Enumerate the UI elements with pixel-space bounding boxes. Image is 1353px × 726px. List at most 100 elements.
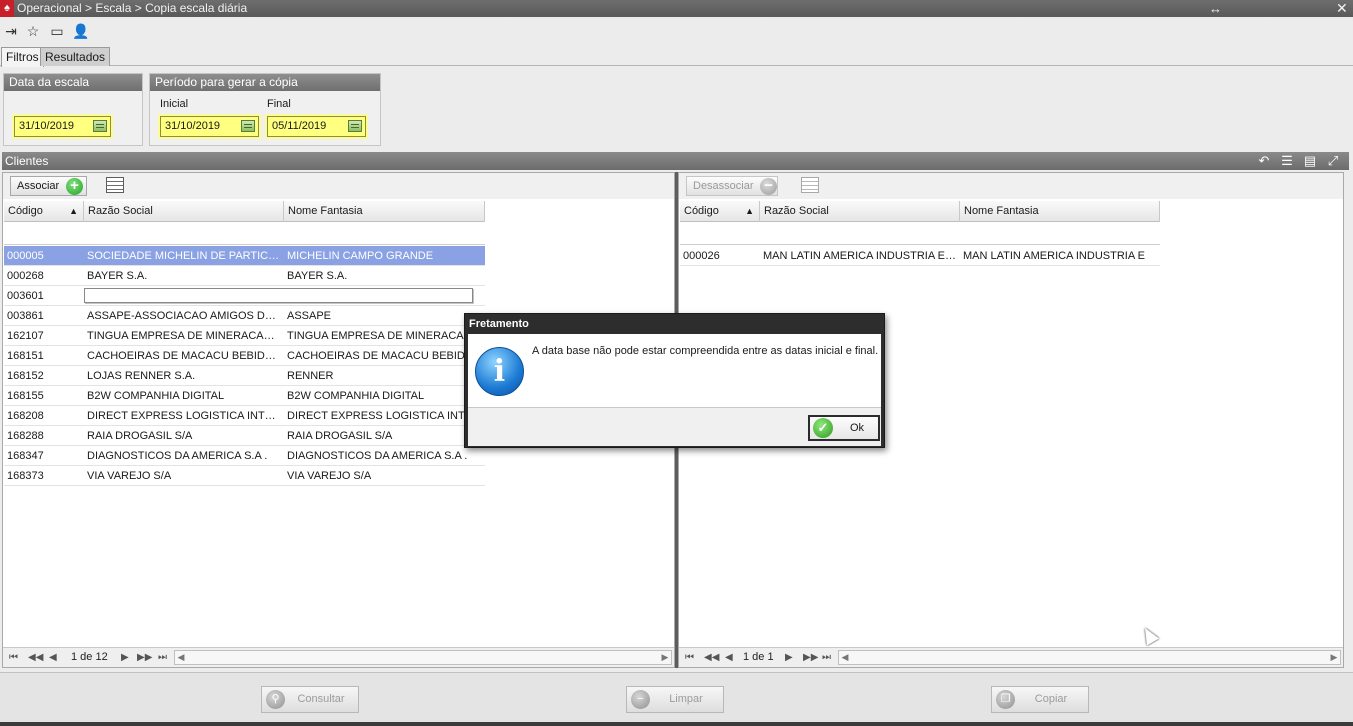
calendar-icon[interactable] (241, 120, 255, 132)
data-escala-field[interactable]: 31/10/2019 (14, 116, 111, 137)
table-row[interactable]: 000268 BAYER S.A. BAYER S.A. (4, 266, 485, 286)
prev-page-icon[interactable]: ◀ (725, 650, 733, 665)
undo-icon[interactable]: ↶ (1255, 152, 1273, 170)
scroll-left-icon[interactable]: ◀ (175, 651, 187, 664)
next-pages-icon[interactable]: ▶▶ (137, 650, 152, 665)
table-row[interactable]: 168373 VIA VAREJO S/A VIA VAREJO S/A (4, 466, 485, 486)
last-page-icon[interactable]: ⏭ (158, 650, 167, 665)
last-page-icon[interactable]: ⏭ (822, 650, 831, 665)
cell-codigo: 168347 (7, 450, 44, 462)
inicial-date-field[interactable]: 31/10/2019 (160, 116, 259, 137)
table-row[interactable]: 168151 CACHOEIRAS DE MACACU BEBIDAS L... C… (4, 346, 485, 366)
tab-filtros[interactable]: Filtros (1, 47, 44, 67)
cell-razao-social: VIA VAREJO S/A (87, 470, 172, 482)
grid-settings-icon[interactable] (801, 177, 819, 193)
inline-edit-field[interactable] (84, 288, 473, 303)
limpar-label: Limpar (669, 693, 703, 705)
table-row[interactable]: 000026 MAN LATIN AMERICA INDUSTRIA E C...… (680, 246, 1160, 266)
left-grid-header: Código ▲ Razão Social Nome Fantasia (4, 201, 485, 222)
right-button-row: Desassociar − (679, 173, 1343, 199)
prev-page-icon[interactable]: ◀ (49, 650, 57, 665)
table-row[interactable]: 168288 RAIA DROGASIL S/A RAIA DROGASIL S/A (4, 426, 485, 446)
cell-nome-fantasia: MAN LATIN AMERICA INDUSTRIA E (963, 250, 1145, 262)
calendar-icon[interactable] (348, 120, 362, 132)
left-horizontal-scrollbar[interactable]: ◀ ▶ (174, 650, 672, 665)
next-pages-icon[interactable]: ▶▶ (803, 650, 818, 665)
layout-icon[interactable]: ▤ (1301, 152, 1319, 170)
periodo-group: Período para gerar a cópia Inicial Final… (149, 73, 381, 146)
clear-icon: − (631, 690, 650, 709)
cell-razao-social: SOCIEDADE MICHELIN DE PARTICIPA... (87, 250, 281, 262)
table-row[interactable]: 168155 B2W COMPANHIA DIGITAL B2W COMPANHIA… (4, 386, 485, 406)
col-codigo[interactable]: Código ▲ (680, 201, 760, 222)
filter-row[interactable] (4, 239, 485, 245)
consultar-button[interactable]: ⚲ Consultar (261, 686, 359, 713)
cell-nome-fantasia: MICHELIN CAMPO GRANDE (287, 250, 434, 262)
limpar-button[interactable]: − Limpar (626, 686, 724, 713)
next-page-icon[interactable]: ▶ (785, 650, 793, 665)
first-page-icon[interactable]: ⏮ (9, 650, 18, 665)
data-escala-value: 31/10/2019 (19, 120, 75, 132)
col-razao-social[interactable]: Razão Social (760, 201, 960, 222)
table-row[interactable]: 003861 ASSAPE-ASSOCIACAO AMIGOS DA P... AS… (4, 306, 485, 326)
cell-razao-social: RAIA DROGASIL S/A (87, 430, 193, 442)
scroll-left-icon[interactable]: ◀ (839, 651, 851, 664)
prev-pages-icon[interactable]: ◀◀ (28, 650, 43, 665)
fullscreen-icon[interactable]: ⤢ (1324, 152, 1342, 170)
associar-button[interactable]: Associar + (10, 176, 87, 196)
calendar-icon[interactable] (93, 120, 107, 132)
user-icon[interactable]: 👤 (72, 22, 90, 40)
final-date-field[interactable]: 05/11/2019 (267, 116, 366, 137)
dialog-title: Fretamento (469, 318, 529, 330)
screen-icon[interactable]: ▭ (48, 22, 66, 40)
filter-row[interactable] (680, 239, 1160, 245)
cell-codigo: 168208 (7, 410, 44, 422)
table-row[interactable]: 000005 SOCIEDADE MICHELIN DE PARTICIPA...… (4, 246, 485, 266)
data-escala-group: Data da escala 31/10/2019 (3, 73, 143, 146)
col-nome-fantasia[interactable]: Nome Fantasia (960, 201, 1160, 222)
final-label: Final (267, 98, 291, 110)
cell-codigo: 168155 (7, 390, 44, 402)
table-row[interactable]: 168152 LOJAS RENNER S.A. RENNER (4, 366, 485, 386)
close-icon[interactable]: ✕ (1336, 0, 1348, 17)
first-page-icon[interactable]: ⏮ (685, 650, 694, 665)
bottom-action-bar: ⚲ Consultar − Limpar ❐ Copiar (0, 672, 1353, 726)
grid-settings-icon[interactable] (106, 177, 124, 193)
copiar-button[interactable]: ❐ Copiar (991, 686, 1089, 713)
table-row[interactable]: 168208 DIRECT EXPRESS LOGISTICA INTEGR...… (4, 406, 485, 426)
next-page-icon[interactable]: ▶ (121, 650, 129, 665)
col-nome-fantasia[interactable]: Nome Fantasia (284, 201, 485, 222)
exit-icon[interactable]: ⇥ (2, 22, 20, 40)
tab-resultados[interactable]: Resultados (40, 47, 111, 66)
table-row[interactable]: 003601 (4, 286, 485, 306)
cell-codigo: 168152 (7, 370, 44, 382)
col-codigo[interactable]: Código ▲ (4, 201, 84, 222)
cell-nome-fantasia: DIRECT EXPRESS LOGISTICA INTEG (287, 410, 481, 422)
col-razao-social[interactable]: Razão Social (84, 201, 284, 222)
table-row[interactable]: 168347 DIAGNOSTICOS DA AMERICA S.A . DIAGN… (4, 446, 485, 466)
desassociar-button[interactable]: Desassociar − (686, 176, 778, 196)
cell-codigo: 000268 (7, 270, 44, 282)
window-title: Operacional > Escala > Copia escala diár… (17, 1, 248, 15)
sort-asc-icon: ▲ (745, 206, 754, 216)
cell-codigo: 000026 (683, 250, 720, 262)
left-page-indicator: 1 de 12 (71, 651, 108, 663)
scroll-right-icon[interactable]: ▶ (659, 651, 671, 664)
resize-icon[interactable]: ↔ (1209, 0, 1222, 17)
right-horizontal-scrollbar[interactable]: ◀ ▶ (838, 650, 1341, 665)
prev-pages-icon[interactable]: ◀◀ (704, 650, 719, 665)
cell-razao-social: BAYER S.A. (87, 270, 148, 282)
window-titlebar: ♠ Operacional > Escala > Copia escala di… (0, 0, 1353, 17)
plus-icon: + (66, 178, 83, 195)
ok-button[interactable]: ✓ Ok (808, 415, 880, 441)
dialog-body: i A data base não pode estar compreendid… (468, 334, 881, 407)
tab-bar: Filtros Resultados (0, 46, 1353, 67)
scroll-right-icon[interactable]: ▶ (1328, 651, 1340, 664)
table-row[interactable]: 162107 TINGUA EMPRESA DE MINERACAO E ... T… (4, 326, 485, 346)
grid-icon[interactable]: ☰ (1278, 152, 1296, 170)
favorite-icon[interactable]: ☆ (24, 22, 42, 40)
cell-razao-social: B2W COMPANHIA DIGITAL (87, 390, 225, 402)
cell-nome-fantasia: ASSAPE (287, 310, 332, 322)
consultar-label: Consultar (297, 693, 345, 705)
inicial-label: Inicial (160, 98, 189, 110)
